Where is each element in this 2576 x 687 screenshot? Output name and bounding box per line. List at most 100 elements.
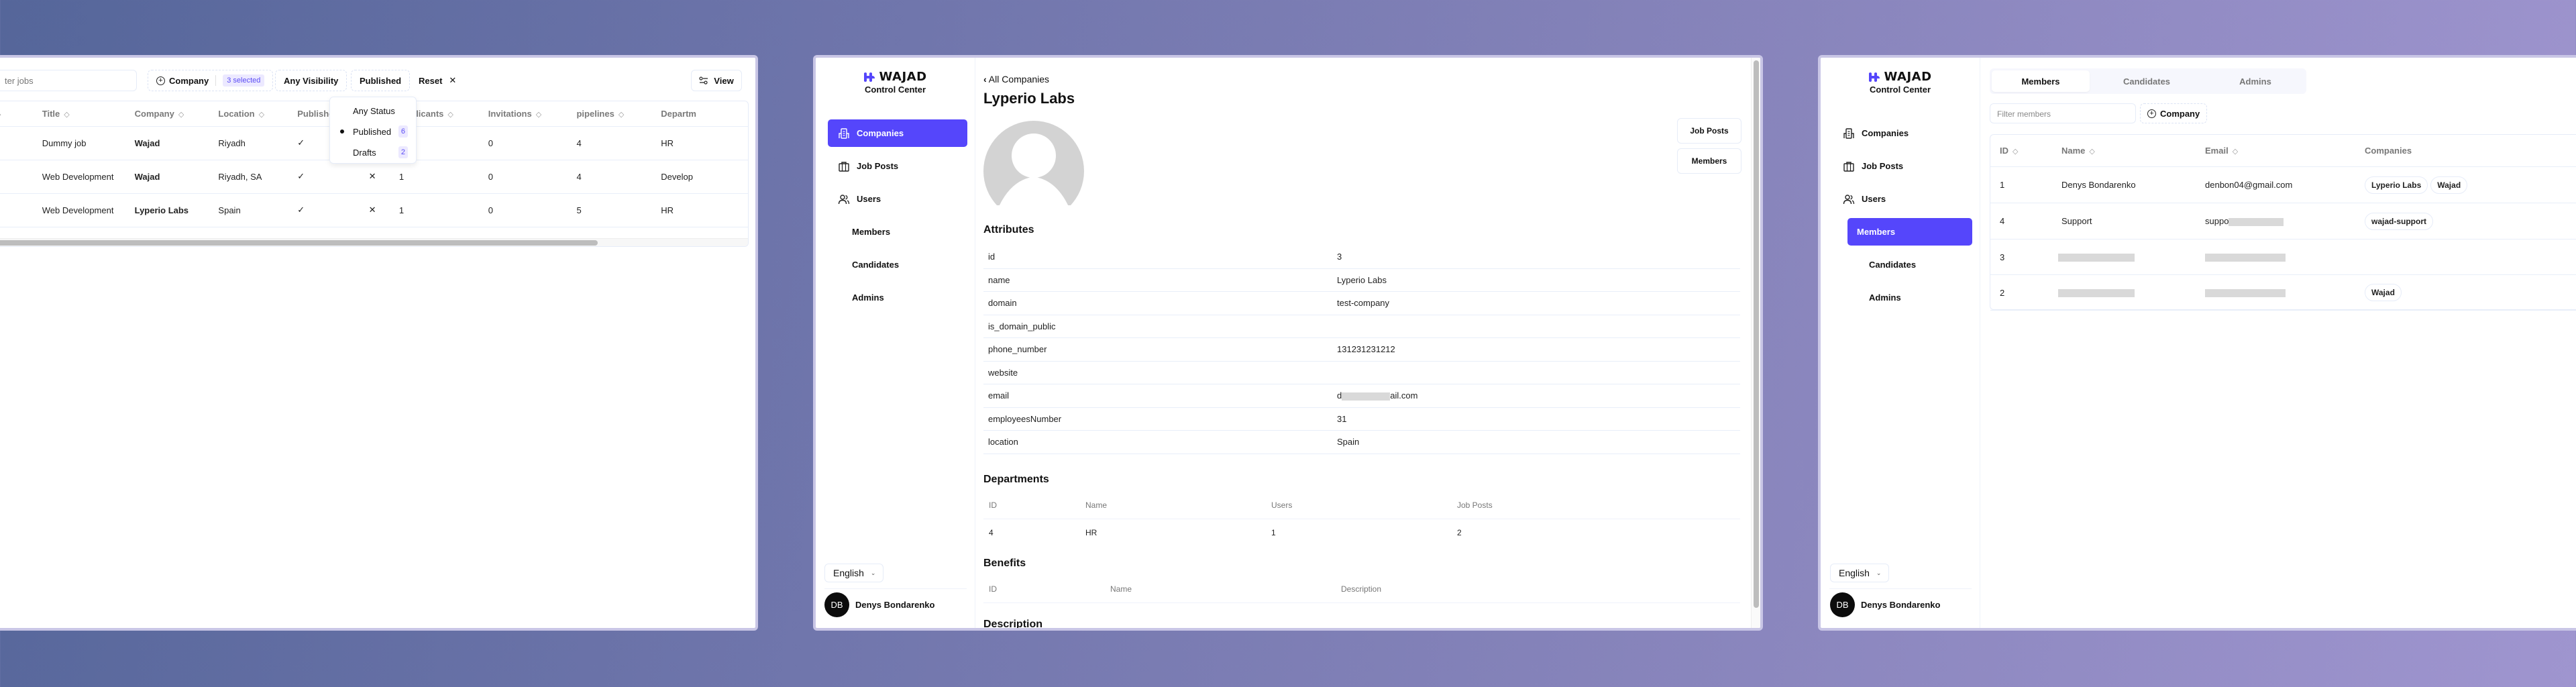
job-posts-button[interactable]: Job Posts bbox=[1677, 118, 1741, 144]
sidebar-item-members[interactable]: Members bbox=[1847, 218, 1972, 246]
company-chip[interactable]: wajad-support bbox=[2365, 212, 2434, 230]
cell-applicants: 1 bbox=[398, 193, 488, 227]
sort-icon: ◇ bbox=[0, 111, 1, 119]
company-filter-button[interactable]: + Company bbox=[2140, 103, 2208, 123]
sidebar-item-users[interactable]: Users bbox=[1833, 185, 1972, 213]
sort-icon: ◇ bbox=[2012, 148, 2019, 156]
filter-members-input[interactable]: Filter members bbox=[1990, 103, 2136, 123]
sidebar-item-admins[interactable]: Admins bbox=[828, 284, 967, 311]
status-option-published[interactable]: Published 6 bbox=[330, 121, 416, 142]
visibility-filter-button[interactable]: Any Visibility bbox=[275, 70, 347, 91]
cell-companies: Wajad bbox=[2365, 284, 2404, 301]
column-header: Job Posts bbox=[1457, 500, 1493, 510]
selected-count-badge: 3 selected bbox=[223, 74, 265, 87]
filter-jobs-input[interactable]: ter jobs bbox=[0, 70, 137, 91]
chevron-down-icon: ⌄ bbox=[870, 569, 876, 576]
sidebar-item-members[interactable]: Members bbox=[828, 218, 967, 246]
sort-icon: ◇ bbox=[64, 110, 70, 119]
status-option-any[interactable]: Any Status bbox=[330, 101, 416, 121]
brand-logo: WAJAD Control Center bbox=[1821, 70, 1980, 95]
attribute-key: website bbox=[988, 367, 1018, 378]
briefcase-icon bbox=[839, 161, 849, 172]
sidebar-item-job-posts[interactable]: Job Posts bbox=[828, 152, 967, 180]
tab-admins[interactable]: Admins bbox=[2206, 70, 2304, 92]
sidebar-item-companies[interactable]: Companies bbox=[828, 119, 967, 147]
users-icon bbox=[1843, 194, 1855, 204]
attribute-row: phone_number 131231231212 bbox=[983, 338, 1740, 362]
sidebar-item-candidates[interactable]: Candidates bbox=[828, 251, 967, 278]
table-row[interactable]: 2 Wajad bbox=[1990, 275, 2576, 311]
scrollbar-thumb[interactable] bbox=[1754, 60, 1759, 608]
building-icon bbox=[839, 127, 849, 139]
description-heading: Description bbox=[983, 619, 1043, 628]
table-header-row: ID ◇ Name ◇ Email ◇ Companies bbox=[1990, 135, 2576, 167]
attribute-row: employeesNumber 31 bbox=[983, 408, 1740, 431]
back-to-companies-link[interactable]: ‹ All Companies bbox=[983, 74, 1049, 85]
selected-dot-icon bbox=[340, 129, 344, 134]
attribute-value: test-company bbox=[1337, 298, 1390, 309]
table-row[interactable]: 4 Support suppo wajad-support bbox=[1990, 203, 2576, 240]
divider bbox=[1829, 588, 1972, 589]
sidebar-item-job-posts[interactable]: Job Posts bbox=[1833, 152, 1972, 180]
cell-pipelines: 5 bbox=[576, 193, 661, 227]
column-header-id[interactable]: ID ◇ bbox=[1990, 146, 2061, 156]
table-row[interactable]: Web Development Lyperio Labs Spain ✓ ✕ 1 0 5 HR bbox=[0, 193, 748, 227]
table-row[interactable]: Web Development Wajad Riyadh, SA ✓ ✕ 1 0 4 Devel… bbox=[0, 160, 748, 194]
user-profile[interactable]: DB Denys Bondarenko bbox=[1830, 592, 1940, 617]
scrollbar-thumb[interactable] bbox=[0, 240, 598, 246]
vertical-scrollbar[interactable] bbox=[1751, 58, 1760, 628]
table-row[interactable]: 3 bbox=[1990, 240, 2576, 275]
company-chip[interactable]: Wajad bbox=[2365, 284, 2402, 301]
nav-label: Admins bbox=[1869, 293, 1901, 303]
column-header-invitations[interactable]: Invitations ◇ bbox=[488, 101, 577, 127]
status-filter-button[interactable]: Published bbox=[351, 70, 411, 91]
user-name: Denys Bondarenko bbox=[855, 600, 935, 610]
reset-button[interactable]: Reset ✕ bbox=[419, 70, 456, 91]
company-detail: ‹ All Companies Lyperio Labs Job Posts M… bbox=[975, 58, 1751, 628]
column-header-id[interactable]: ◇ bbox=[0, 101, 42, 127]
nav-label: Members bbox=[852, 227, 891, 237]
user-profile[interactable]: DB Denys Bondarenko bbox=[824, 592, 934, 617]
nav-label: Job Posts bbox=[1862, 161, 1904, 171]
members-button[interactable]: Members bbox=[1677, 148, 1741, 174]
visibility-filter-label: Any Visibility bbox=[284, 75, 339, 86]
tab-candidates[interactable]: Candidates bbox=[2098, 70, 2196, 92]
cell-published: ✓ bbox=[297, 160, 346, 194]
attribute-key: employeesNumber bbox=[988, 413, 1062, 424]
avatar: DB bbox=[1830, 592, 1855, 617]
table-header-row: ID Name Users Job Posts bbox=[983, 491, 1740, 519]
horizontal-scrollbar[interactable] bbox=[0, 238, 748, 246]
sidebar-item-users[interactable]: Users bbox=[828, 185, 967, 213]
redacted-text bbox=[2229, 217, 2284, 226]
cell-department: HR bbox=[661, 126, 748, 160]
column-header-title[interactable]: Title ◇ bbox=[42, 101, 135, 127]
company-filter-button[interactable]: + Company 3 selected bbox=[148, 70, 274, 91]
divider bbox=[215, 75, 217, 86]
column-header-department[interactable]: Departm bbox=[661, 101, 748, 127]
table-row[interactable]: 1 Denys Bondarenko denbon04@gmail.com Lyper… bbox=[1990, 167, 2576, 203]
attributes-table: id 3 name Lyperio Labs domain test-company is_… bbox=[983, 246, 1740, 454]
column-header-pipelines[interactable]: pipelines ◇ bbox=[576, 101, 661, 127]
language-select[interactable]: English ⌄ bbox=[824, 564, 883, 582]
sidebar-item-candidates[interactable]: Candidates bbox=[1833, 251, 1972, 278]
column-header-email[interactable]: Email ◇ bbox=[2205, 146, 2365, 156]
option-label: Drafts bbox=[353, 147, 376, 158]
company-chip[interactable]: Wajad bbox=[2430, 176, 2468, 194]
attribute-row: name Lyperio Labs bbox=[983, 269, 1740, 292]
column-header-company[interactable]: Company ◇ bbox=[134, 101, 219, 127]
company-filter-label: Company bbox=[2160, 108, 2200, 119]
brand-name: WAJAD bbox=[1884, 70, 1932, 84]
company-chip[interactable]: Lyperio Labs bbox=[2365, 176, 2428, 194]
language-select[interactable]: English ⌄ bbox=[1830, 564, 1889, 582]
option-label: Any Status bbox=[353, 105, 395, 116]
column-header-location[interactable]: Location ◇ bbox=[218, 101, 298, 127]
sidebar-item-admins[interactable]: Admins bbox=[1833, 284, 1972, 311]
sidebar-item-companies[interactable]: Companies bbox=[1833, 119, 1972, 147]
status-option-drafts[interactable]: Drafts 2 bbox=[330, 142, 416, 162]
cell-company: Wajad bbox=[134, 160, 219, 194]
column-header-name[interactable]: Name ◇ bbox=[2061, 146, 2205, 156]
cell-invitations: 0 bbox=[488, 126, 577, 160]
view-options-button[interactable]: View bbox=[691, 70, 742, 91]
wajad-logo-icon bbox=[1869, 72, 1880, 82]
tab-members[interactable]: Members bbox=[1992, 70, 2090, 92]
